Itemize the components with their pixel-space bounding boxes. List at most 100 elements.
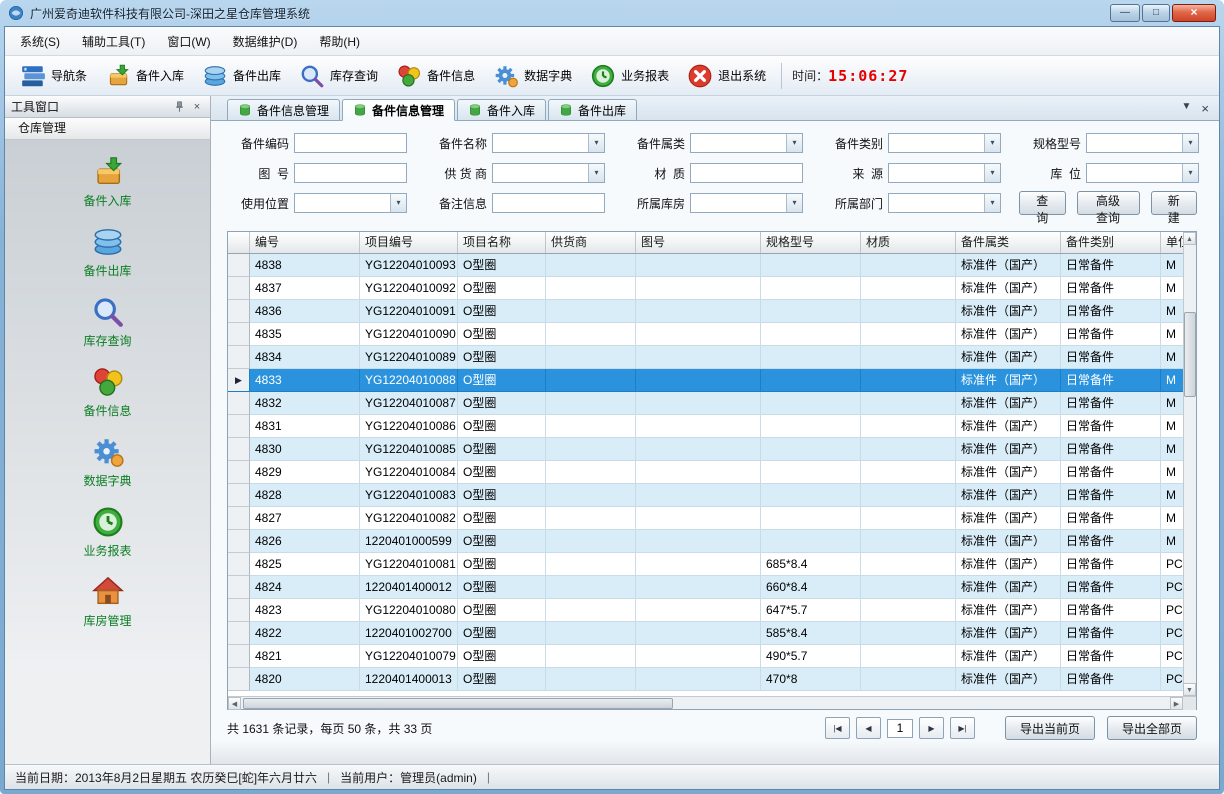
row-selector[interactable]	[228, 507, 250, 530]
field-control[interactable]: ▾	[294, 163, 407, 183]
table-cell[interactable]: 日常备件	[1061, 392, 1161, 415]
table-row[interactable]: 48241220401400012O型圈660*8.4标准件（国产）日常备件PC	[228, 576, 1196, 599]
table-cell[interactable]	[861, 645, 956, 668]
table-cell[interactable]: YG12204010082	[360, 507, 458, 530]
table-cell[interactable]: 日常备件	[1061, 645, 1161, 668]
prev-page-button[interactable]: ◀	[856, 717, 881, 739]
table-cell[interactable]	[636, 553, 761, 576]
chevron-down-icon[interactable]: ▾	[786, 134, 802, 152]
field-control[interactable]: ▾	[888, 193, 1001, 213]
document-tab[interactable]: 备件信息管理	[342, 99, 455, 121]
table-row[interactable]: 48221220401002700O型圈585*8.4标准件（国产）日常备件PC	[228, 622, 1196, 645]
table-cell[interactable]	[861, 622, 956, 645]
table-cell[interactable]: YG12204010079	[360, 645, 458, 668]
tab-list-menu-icon[interactable]: ▼	[1182, 101, 1192, 116]
row-selector[interactable]	[228, 461, 250, 484]
vertical-scrollbar[interactable]: ▲ ▼	[1183, 232, 1196, 696]
column-header[interactable]: 项目编号	[360, 232, 458, 253]
field-control[interactable]: ▾	[1086, 133, 1199, 153]
sidebar-nav-item[interactable]: 库房管理	[48, 575, 168, 629]
table-cell[interactable]	[636, 254, 761, 277]
field-control[interactable]: ▾	[888, 133, 1001, 153]
table-cell[interactable]	[546, 507, 636, 530]
query-button[interactable]: 查询	[1019, 191, 1066, 215]
table-cell[interactable]: 4831	[250, 415, 360, 438]
toolbar-button[interactable]: 库存查询	[290, 59, 387, 93]
table-cell[interactable]: 日常备件	[1061, 438, 1161, 461]
table-cell[interactable]: O型圈	[458, 392, 546, 415]
toolbar-button[interactable]: 备件出库	[193, 59, 290, 93]
table-cell[interactable]	[761, 415, 861, 438]
close-button[interactable]: ×	[1172, 4, 1216, 22]
row-selector[interactable]	[228, 530, 250, 553]
export-all-pages-button[interactable]: 导出全部页	[1107, 716, 1197, 740]
table-row[interactable]: 4832YG12204010087O型圈标准件（国产）日常备件M	[228, 392, 1196, 415]
field-input[interactable]	[691, 164, 802, 182]
table-row[interactable]: 4838YG12204010093O型圈标准件（国产）日常备件M	[228, 254, 1196, 277]
table-cell[interactable]: 标准件（国产）	[956, 622, 1061, 645]
vertical-scroll-thumb[interactable]	[1184, 312, 1196, 397]
table-cell[interactable]	[861, 346, 956, 369]
table-cell[interactable]: 标准件（国产）	[956, 645, 1061, 668]
table-cell[interactable]: 日常备件	[1061, 369, 1161, 392]
table-cell[interactable]: 4836	[250, 300, 360, 323]
row-selector[interactable]	[228, 277, 250, 300]
table-cell[interactable]	[636, 668, 761, 691]
scroll-right-icon[interactable]: ▶	[1170, 697, 1183, 710]
page-number-input[interactable]	[887, 719, 913, 738]
table-cell[interactable]	[546, 346, 636, 369]
advanced-query-button[interactable]: 高级查询	[1077, 191, 1140, 215]
table-cell[interactable]	[636, 576, 761, 599]
table-cell[interactable]	[861, 576, 956, 599]
table-cell[interactable]: 日常备件	[1061, 599, 1161, 622]
table-cell[interactable]: 4821	[250, 645, 360, 668]
chevron-down-icon[interactable]: ▾	[1182, 134, 1198, 152]
field-input[interactable]	[493, 134, 588, 152]
field-input[interactable]	[493, 194, 604, 212]
table-cell[interactable]: YG12204010089	[360, 346, 458, 369]
table-cell[interactable]: 日常备件	[1061, 530, 1161, 553]
table-cell[interactable]: 4833	[250, 369, 360, 392]
table-cell[interactable]	[761, 484, 861, 507]
table-cell[interactable]: O型圈	[458, 645, 546, 668]
table-cell[interactable]	[761, 530, 861, 553]
table-cell[interactable]: 4838	[250, 254, 360, 277]
table-cell[interactable]	[546, 277, 636, 300]
table-cell[interactable]: YG12204010093	[360, 254, 458, 277]
table-cell[interactable]: 标准件（国产）	[956, 599, 1061, 622]
table-cell[interactable]	[636, 277, 761, 300]
table-cell[interactable]	[761, 392, 861, 415]
table-cell[interactable]	[861, 530, 956, 553]
table-cell[interactable]	[546, 645, 636, 668]
table-cell[interactable]: 标准件（国产）	[956, 254, 1061, 277]
table-cell[interactable]	[761, 461, 861, 484]
table-cell[interactable]: O型圈	[458, 507, 546, 530]
field-control[interactable]: ▾	[294, 193, 407, 213]
table-cell[interactable]	[636, 369, 761, 392]
table-cell[interactable]	[546, 438, 636, 461]
chevron-down-icon[interactable]: ▾	[588, 164, 604, 182]
row-selector[interactable]	[228, 415, 250, 438]
table-cell[interactable]	[546, 530, 636, 553]
table-row[interactable]: 4836YG12204010091O型圈标准件（国产）日常备件M	[228, 300, 1196, 323]
table-cell[interactable]: O型圈	[458, 346, 546, 369]
table-cell[interactable]	[636, 507, 761, 530]
field-input[interactable]	[889, 134, 984, 152]
table-cell[interactable]: 日常备件	[1061, 277, 1161, 300]
row-selector[interactable]	[228, 553, 250, 576]
maximize-button[interactable]: □	[1142, 4, 1170, 22]
table-cell[interactable]	[546, 323, 636, 346]
new-button[interactable]: 新建	[1151, 191, 1198, 215]
row-selector[interactable]	[228, 392, 250, 415]
table-cell[interactable]: 4835	[250, 323, 360, 346]
table-cell[interactable]: 日常备件	[1061, 576, 1161, 599]
table-cell[interactable]	[546, 300, 636, 323]
toolbar-button[interactable]: 备件入库	[96, 59, 193, 93]
table-cell[interactable]: 日常备件	[1061, 622, 1161, 645]
column-header[interactable]: 规格型号	[761, 232, 861, 253]
table-cell[interactable]	[546, 461, 636, 484]
table-cell[interactable]: YG12204010091	[360, 300, 458, 323]
first-page-button[interactable]: |◀	[825, 717, 850, 739]
table-row[interactable]: 4837YG12204010092O型圈标准件（国产）日常备件M	[228, 277, 1196, 300]
table-cell[interactable]	[761, 300, 861, 323]
